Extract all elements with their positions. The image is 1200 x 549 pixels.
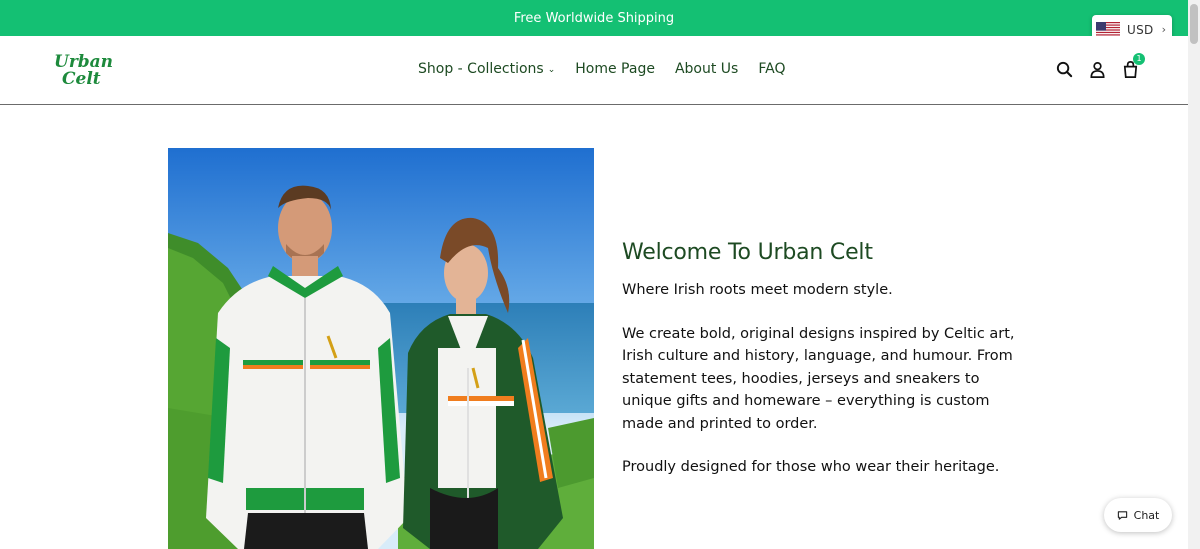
- cart-count-badge: 1: [1133, 53, 1145, 65]
- hero-title: Welcome To Urban Celt: [622, 240, 873, 265]
- chat-button[interactable]: Chat: [1104, 498, 1172, 532]
- chat-bubble-icon: [1117, 510, 1127, 520]
- chevron-down-icon: ⌄: [547, 65, 556, 75]
- currency-code: USD: [1127, 22, 1154, 37]
- announcement-bar: Free Worldwide Shipping: [0, 0, 1188, 36]
- search-icon[interactable]: [1055, 60, 1074, 79]
- scrollbar-thumb[interactable]: [1190, 4, 1198, 44]
- cart-button[interactable]: 1: [1121, 53, 1145, 79]
- main-nav: Shop - Collections ⌄ Home Page About Us F…: [418, 61, 805, 77]
- page-scrollbar[interactable]: [1188, 0, 1200, 549]
- account-icon[interactable]: [1088, 60, 1107, 79]
- urban-celt-logo[interactable]: Urban Celt: [52, 51, 116, 87]
- site-header: Urban Celt Shop - Collections ⌄ Home Page…: [0, 36, 1188, 105]
- nav-faq[interactable]: FAQ: [758, 61, 785, 77]
- nav-shop-collections-label: Shop - Collections: [418, 61, 544, 77]
- hero-photo-illustration: [168, 148, 594, 549]
- nav-about-us[interactable]: About Us: [675, 61, 738, 77]
- hero-image: [168, 148, 594, 549]
- chevron-right-icon: ›: [1161, 23, 1166, 36]
- svg-text:Celt: Celt: [62, 69, 101, 87]
- chat-label: Chat: [1133, 508, 1160, 522]
- announcement-text: Free Worldwide Shipping: [513, 10, 675, 26]
- hero-body: We create bold, original designs inspire…: [622, 325, 1015, 432]
- hero-content: Welcome To Urban Celt Where Irish roots …: [622, 240, 1032, 500]
- nav-shop-collections[interactable]: Shop - Collections ⌄: [418, 61, 555, 77]
- header-icons: 1: [1055, 53, 1145, 79]
- nav-home-page[interactable]: Home Page: [575, 61, 655, 77]
- hero-closing: Proudly designed for those who wear thei…: [622, 459, 1000, 475]
- hero-tagline: Where Irish roots meet modern style.: [622, 282, 893, 298]
